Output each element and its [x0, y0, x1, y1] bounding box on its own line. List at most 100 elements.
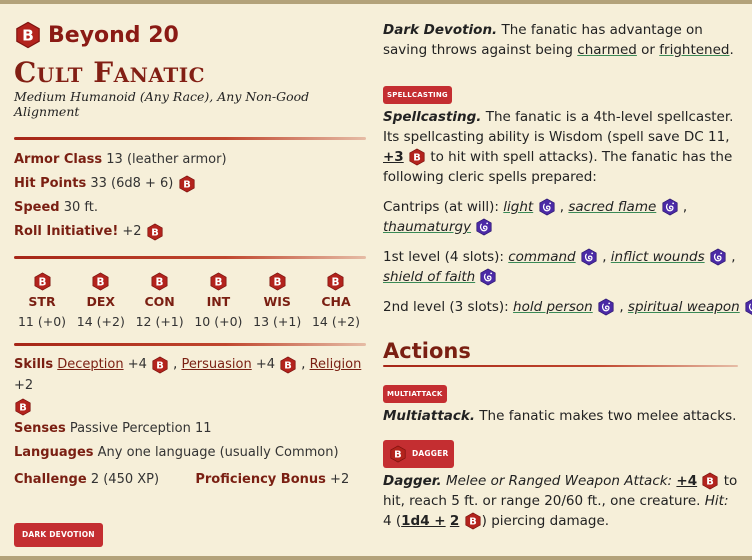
ability-name: CON — [144, 294, 175, 309]
trait-dark-devotion: Dark Devotion. The fanatic has advantage… — [383, 22, 734, 58]
ability-wis[interactable]: WIS 13 (+1) — [249, 271, 305, 329]
condition-charmed-link[interactable]: charmed — [577, 42, 637, 58]
senses-label: Senses — [14, 421, 66, 436]
spell-light-link[interactable]: light — [503, 199, 533, 215]
cast-command-magic-icon[interactable] — [580, 248, 598, 266]
attack-type: Melee or Ranged Weapon Attack: — [445, 473, 673, 489]
dagger-button[interactable]: DAGGER — [383, 440, 455, 468]
spell-hold-person-link[interactable]: hold person — [513, 299, 593, 315]
spell-sacred-flame-link[interactable]: sacred flame — [568, 199, 656, 215]
ability-score: 13 (+1) — [253, 314, 302, 329]
ability-name: INT — [206, 294, 231, 309]
monster-name: Cult Fanatic — [14, 56, 206, 89]
action-dagger: Dagger. Melee or Ranged Weapon Attack: +… — [383, 472, 738, 530]
skill-mod: +2 — [14, 378, 34, 393]
right-column: Dark Devotion. The fanatic has advantage… — [383, 16, 738, 531]
monster-meta: Medium Humanoid (Any Race), Any Non-Good… — [14, 89, 310, 119]
left-column: Beyond 20 Cult Fanatic Medium Humanoid (… — [14, 16, 366, 547]
spell-level-label: Cantrips (at will): — [383, 199, 499, 215]
armor-class-value: 13 (leather armor) — [106, 152, 227, 167]
challenge-row: Challenge 2 (450 XP) Proficiency Bonus +… — [14, 468, 366, 492]
roll-religion-dice-icon[interactable] — [14, 398, 32, 416]
skill-mod: +4 — [127, 357, 147, 372]
spell-level-label: 1st level (4 slots): — [383, 249, 504, 265]
speed-value: 30 ft. — [63, 200, 99, 215]
cast-inflict-wounds-magic-icon[interactable] — [709, 248, 727, 266]
roll-con-dice-icon[interactable] — [150, 272, 169, 291]
senses-value: Passive Perception 11 — [69, 421, 212, 436]
hit-points-value: 33 (6d8 + 6) — [90, 176, 174, 191]
cast-spiritual-weapon-magic-icon[interactable] — [744, 298, 752, 316]
ability-name: WIS — [263, 294, 291, 309]
roll-dex-dice-icon[interactable] — [91, 272, 110, 291]
trait-name: Spellcasting. — [383, 109, 482, 125]
multiattack-button[interactable]: MULTIATTACK — [383, 385, 447, 403]
roll-dagger-attack-dice-icon[interactable] — [701, 472, 719, 490]
ability-name: CHA — [321, 294, 351, 309]
trait-name: Dark Devotion. — [383, 22, 498, 38]
actions-heading: Actions — [383, 339, 471, 363]
initiative-label[interactable]: Roll Initiative! — [14, 224, 118, 239]
trait-text: to hit with spell attacks). The fanatic … — [383, 149, 733, 185]
action-name: Multiattack. — [383, 408, 475, 424]
spell-shield-of-faith-link[interactable]: shield of faith — [383, 269, 475, 285]
ability-str[interactable]: STR 11 (+0) — [14, 271, 70, 329]
cast-shield-of-faith-magic-icon[interactable] — [479, 268, 497, 286]
ability-score: 12 (+1) — [135, 314, 184, 329]
languages-value: Any one language (usually Common) — [97, 445, 339, 460]
hit-label: Hit: — [704, 493, 729, 509]
spell-level-label: 2nd level (3 slots): — [383, 299, 509, 315]
cast-light-magic-icon[interactable] — [538, 198, 556, 216]
trait-text-or: or — [641, 42, 655, 58]
skill-persuasion[interactable]: Persuasion — [181, 357, 251, 372]
armor-class-label: Armor Class — [14, 152, 103, 167]
roll-spell-attack-dice-icon[interactable] — [408, 148, 426, 166]
ability-name: STR — [28, 294, 56, 309]
action-name: Dagger. — [383, 473, 442, 489]
dark-devotion-button[interactable]: DARK DEVOTION — [14, 523, 103, 547]
spells-cantrips: Cantrips (at will): light , sacred flame… — [383, 198, 688, 236]
skill-religion[interactable]: Religion — [310, 357, 362, 372]
spell-command-link[interactable]: command — [508, 249, 575, 265]
beyond20-logo-icon — [14, 21, 42, 49]
cast-hold-person-magic-icon[interactable] — [597, 298, 615, 316]
spell-attack-mod[interactable]: +3 — [383, 149, 404, 165]
damage-roll-a[interactable]: 1d4 + — [401, 513, 445, 529]
roll-dagger-dice-icon — [389, 445, 407, 463]
roll-dagger-damage-dice-icon[interactable] — [464, 512, 482, 530]
roll-hit-points-dice-icon[interactable] — [178, 175, 196, 193]
damage-roll-b[interactable]: 2 — [450, 513, 459, 529]
roll-deception-dice-icon[interactable] — [151, 356, 169, 374]
roll-cha-dice-icon[interactable] — [326, 272, 345, 291]
brand-header: Beyond 20 — [14, 16, 366, 54]
spell-inflict-wounds-link[interactable]: inflict wounds — [611, 249, 705, 265]
ability-int[interactable]: INT 10 (+0) — [190, 271, 246, 329]
dagger-hit-mod[interactable]: +4 — [676, 473, 697, 489]
brand-name: Beyond 20 — [48, 22, 179, 48]
skills-label: Skills — [14, 357, 54, 372]
proficiency-value: +2 — [330, 472, 350, 487]
roll-int-dice-icon[interactable] — [209, 272, 228, 291]
ability-con[interactable]: CON 12 (+1) — [132, 271, 188, 329]
trait-spellcasting: Spellcasting. The fanatic is a 4th-level… — [383, 107, 738, 187]
spellcasting-button[interactable]: SPELLCASTING — [383, 86, 452, 104]
roll-str-dice-icon[interactable] — [33, 272, 52, 291]
roll-wis-dice-icon[interactable] — [268, 272, 287, 291]
spells-level-2: 2nd level (3 slots): hold person , spiri… — [383, 297, 738, 317]
dagger-button-label: DAGGER — [412, 449, 449, 458]
ability-score: 14 (+2) — [311, 314, 361, 329]
senses-row: Senses Passive Perception 11 — [14, 417, 366, 441]
roll-initiative-dice-icon[interactable] — [146, 223, 164, 241]
ability-dex[interactable]: DEX 14 (+2) — [73, 271, 129, 329]
condition-frightened-link[interactable]: frightened — [659, 42, 729, 58]
skill-deception[interactable]: Deception — [57, 357, 123, 372]
spell-thaumaturgy-link[interactable]: thaumaturgy — [383, 219, 471, 235]
cast-sacred-flame-magic-icon[interactable] — [661, 198, 679, 216]
ability-cha[interactable]: CHA 14 (+2) — [308, 271, 364, 329]
spells-level-1: 1st level (4 slots): command , inflict w… — [383, 248, 736, 286]
initiative-value: +2 — [122, 224, 142, 239]
cast-thaumaturgy-magic-icon[interactable] — [475, 218, 493, 236]
roll-persuasion-dice-icon[interactable] — [279, 356, 297, 374]
spell-spiritual-weapon-link[interactable]: spiritual weapon — [628, 299, 740, 315]
armor-class-row: Armor Class 13 (leather armor) — [14, 148, 366, 172]
